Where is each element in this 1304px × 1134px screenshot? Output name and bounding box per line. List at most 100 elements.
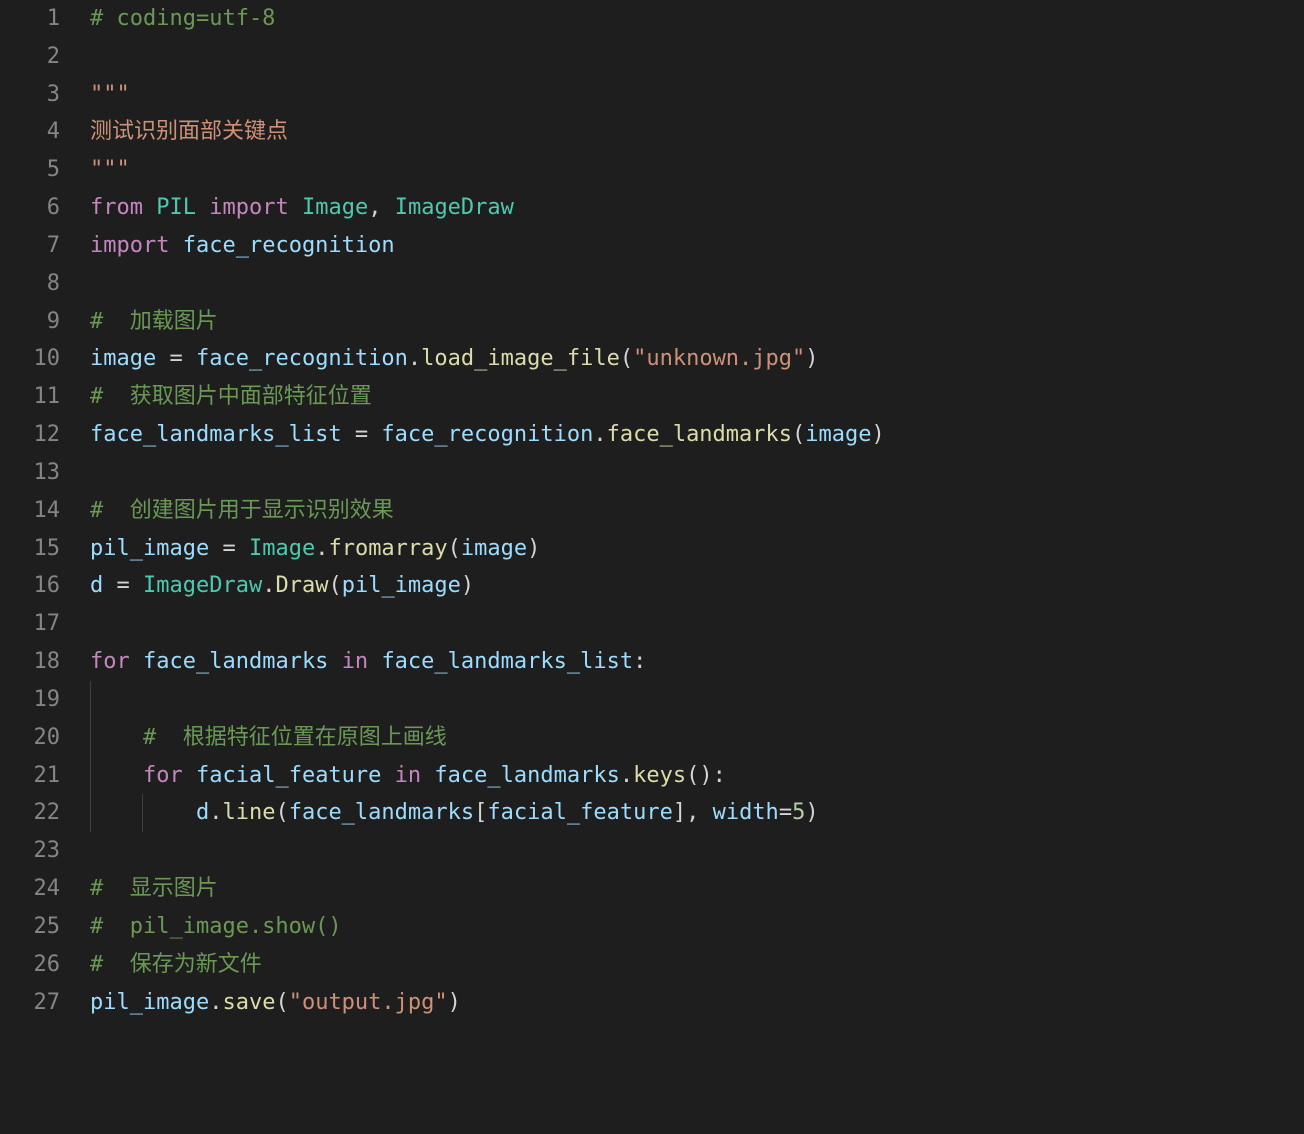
token: width	[713, 800, 779, 825]
token: # 显示图片	[90, 876, 218, 901]
token: """	[90, 82, 130, 107]
code-line[interactable]: d.line(face_landmarks[facial_feature], w…	[90, 794, 1304, 832]
token: )	[448, 990, 461, 1015]
code-line[interactable]: from PIL import Image, ImageDraw	[90, 189, 1304, 227]
token: for	[90, 649, 130, 674]
code-line[interactable]: # coding=utf-8	[90, 0, 1304, 38]
code-line[interactable]	[90, 681, 1304, 719]
code-line[interactable]: image = face_recognition.load_image_file…	[90, 340, 1304, 378]
token: .	[209, 800, 222, 825]
token: pil_image	[90, 990, 209, 1015]
line-number: 15	[0, 530, 60, 568]
token	[183, 763, 196, 788]
line-number: 5	[0, 151, 60, 189]
token: .	[620, 763, 633, 788]
code-line[interactable]	[90, 605, 1304, 643]
line-number: 17	[0, 605, 60, 643]
code-line[interactable]: for face_landmarks in face_landmarks_lis…	[90, 643, 1304, 681]
token: image	[805, 422, 871, 447]
line-number: 13	[0, 454, 60, 492]
code-line[interactable]	[90, 454, 1304, 492]
code-line[interactable]: # pil_image.show()	[90, 908, 1304, 946]
token: pil_image	[342, 573, 461, 598]
indent-guide	[90, 681, 91, 719]
token	[169, 233, 182, 258]
token: 测试识别面部关键点	[90, 119, 288, 144]
token	[143, 195, 156, 220]
token	[90, 763, 143, 788]
token	[421, 763, 434, 788]
token	[381, 763, 394, 788]
token	[130, 649, 143, 674]
token: Image	[302, 195, 368, 220]
token: image	[461, 536, 527, 561]
token: [	[474, 800, 487, 825]
code-line[interactable]: """	[90, 151, 1304, 189]
token	[90, 725, 143, 750]
code-line[interactable]: # 保存为新文件	[90, 946, 1304, 984]
code-line[interactable]: pil_image = Image.fromarray(image)	[90, 530, 1304, 568]
code-line[interactable]: # 获取图片中面部特征位置	[90, 378, 1304, 416]
token: face_recognition	[183, 233, 395, 258]
code-content[interactable]: # coding=utf-8 """测试识别面部关键点"""from PIL i…	[90, 0, 1304, 1021]
token: )	[872, 422, 885, 447]
code-line[interactable]	[90, 265, 1304, 303]
token: # 根据特征位置在原图上画线	[143, 725, 447, 750]
token: face_landmarks	[607, 422, 792, 447]
token: (	[328, 573, 341, 598]
token: (	[792, 422, 805, 447]
token: .	[209, 990, 222, 1015]
token: for	[143, 763, 183, 788]
line-number: 26	[0, 946, 60, 984]
token: face_recognition	[381, 422, 593, 447]
code-line[interactable]: # 根据特征位置在原图上画线	[90, 719, 1304, 757]
code-line[interactable]: 测试识别面部关键点	[90, 113, 1304, 151]
line-number: 16	[0, 567, 60, 605]
line-number: 22	[0, 794, 60, 832]
token: d	[196, 800, 209, 825]
code-line[interactable]: # 加载图片	[90, 303, 1304, 341]
token: # 获取图片中面部特征位置	[90, 384, 372, 409]
token: ],	[673, 800, 713, 825]
token: =	[103, 573, 143, 598]
code-line[interactable]	[90, 832, 1304, 870]
line-number: 2	[0, 38, 60, 76]
token: save	[222, 990, 275, 1015]
token: import	[90, 233, 169, 258]
token: .	[315, 536, 328, 561]
token: 5	[792, 800, 805, 825]
line-number: 8	[0, 265, 60, 303]
code-line[interactable]: import face_recognition	[90, 227, 1304, 265]
token: face_landmarks_list	[381, 649, 633, 674]
line-number: 19	[0, 681, 60, 719]
token: )	[527, 536, 540, 561]
token: (	[620, 346, 633, 371]
line-number: 10	[0, 340, 60, 378]
token: # 加载图片	[90, 309, 218, 334]
line-number: 6	[0, 189, 60, 227]
token	[368, 649, 381, 674]
indent-guide	[142, 794, 143, 832]
token: facial_feature	[196, 763, 381, 788]
code-line[interactable]: d = ImageDraw.Draw(pil_image)	[90, 567, 1304, 605]
code-line[interactable]: pil_image.save("output.jpg")	[90, 984, 1304, 1022]
code-editor[interactable]: 1234567891011121314151617181920212223242…	[0, 0, 1304, 1021]
code-line[interactable]: """	[90, 76, 1304, 114]
token: =	[342, 422, 382, 447]
token: keys	[633, 763, 686, 788]
line-number: 24	[0, 870, 60, 908]
line-number-gutter: 1234567891011121314151617181920212223242…	[0, 0, 90, 1021]
token: )	[805, 800, 818, 825]
code-line[interactable]: # 创建图片用于显示识别效果	[90, 492, 1304, 530]
line-number: 20	[0, 719, 60, 757]
token: )	[461, 573, 474, 598]
code-line[interactable]: face_landmarks_list = face_recognition.f…	[90, 416, 1304, 454]
token: .	[593, 422, 606, 447]
line-number: 9	[0, 303, 60, 341]
line-number: 18	[0, 643, 60, 681]
code-line[interactable]: # 显示图片	[90, 870, 1304, 908]
line-number: 12	[0, 416, 60, 454]
code-line[interactable]	[90, 38, 1304, 76]
code-line[interactable]: for facial_feature in face_landmarks.key…	[90, 757, 1304, 795]
token: ():	[686, 763, 726, 788]
